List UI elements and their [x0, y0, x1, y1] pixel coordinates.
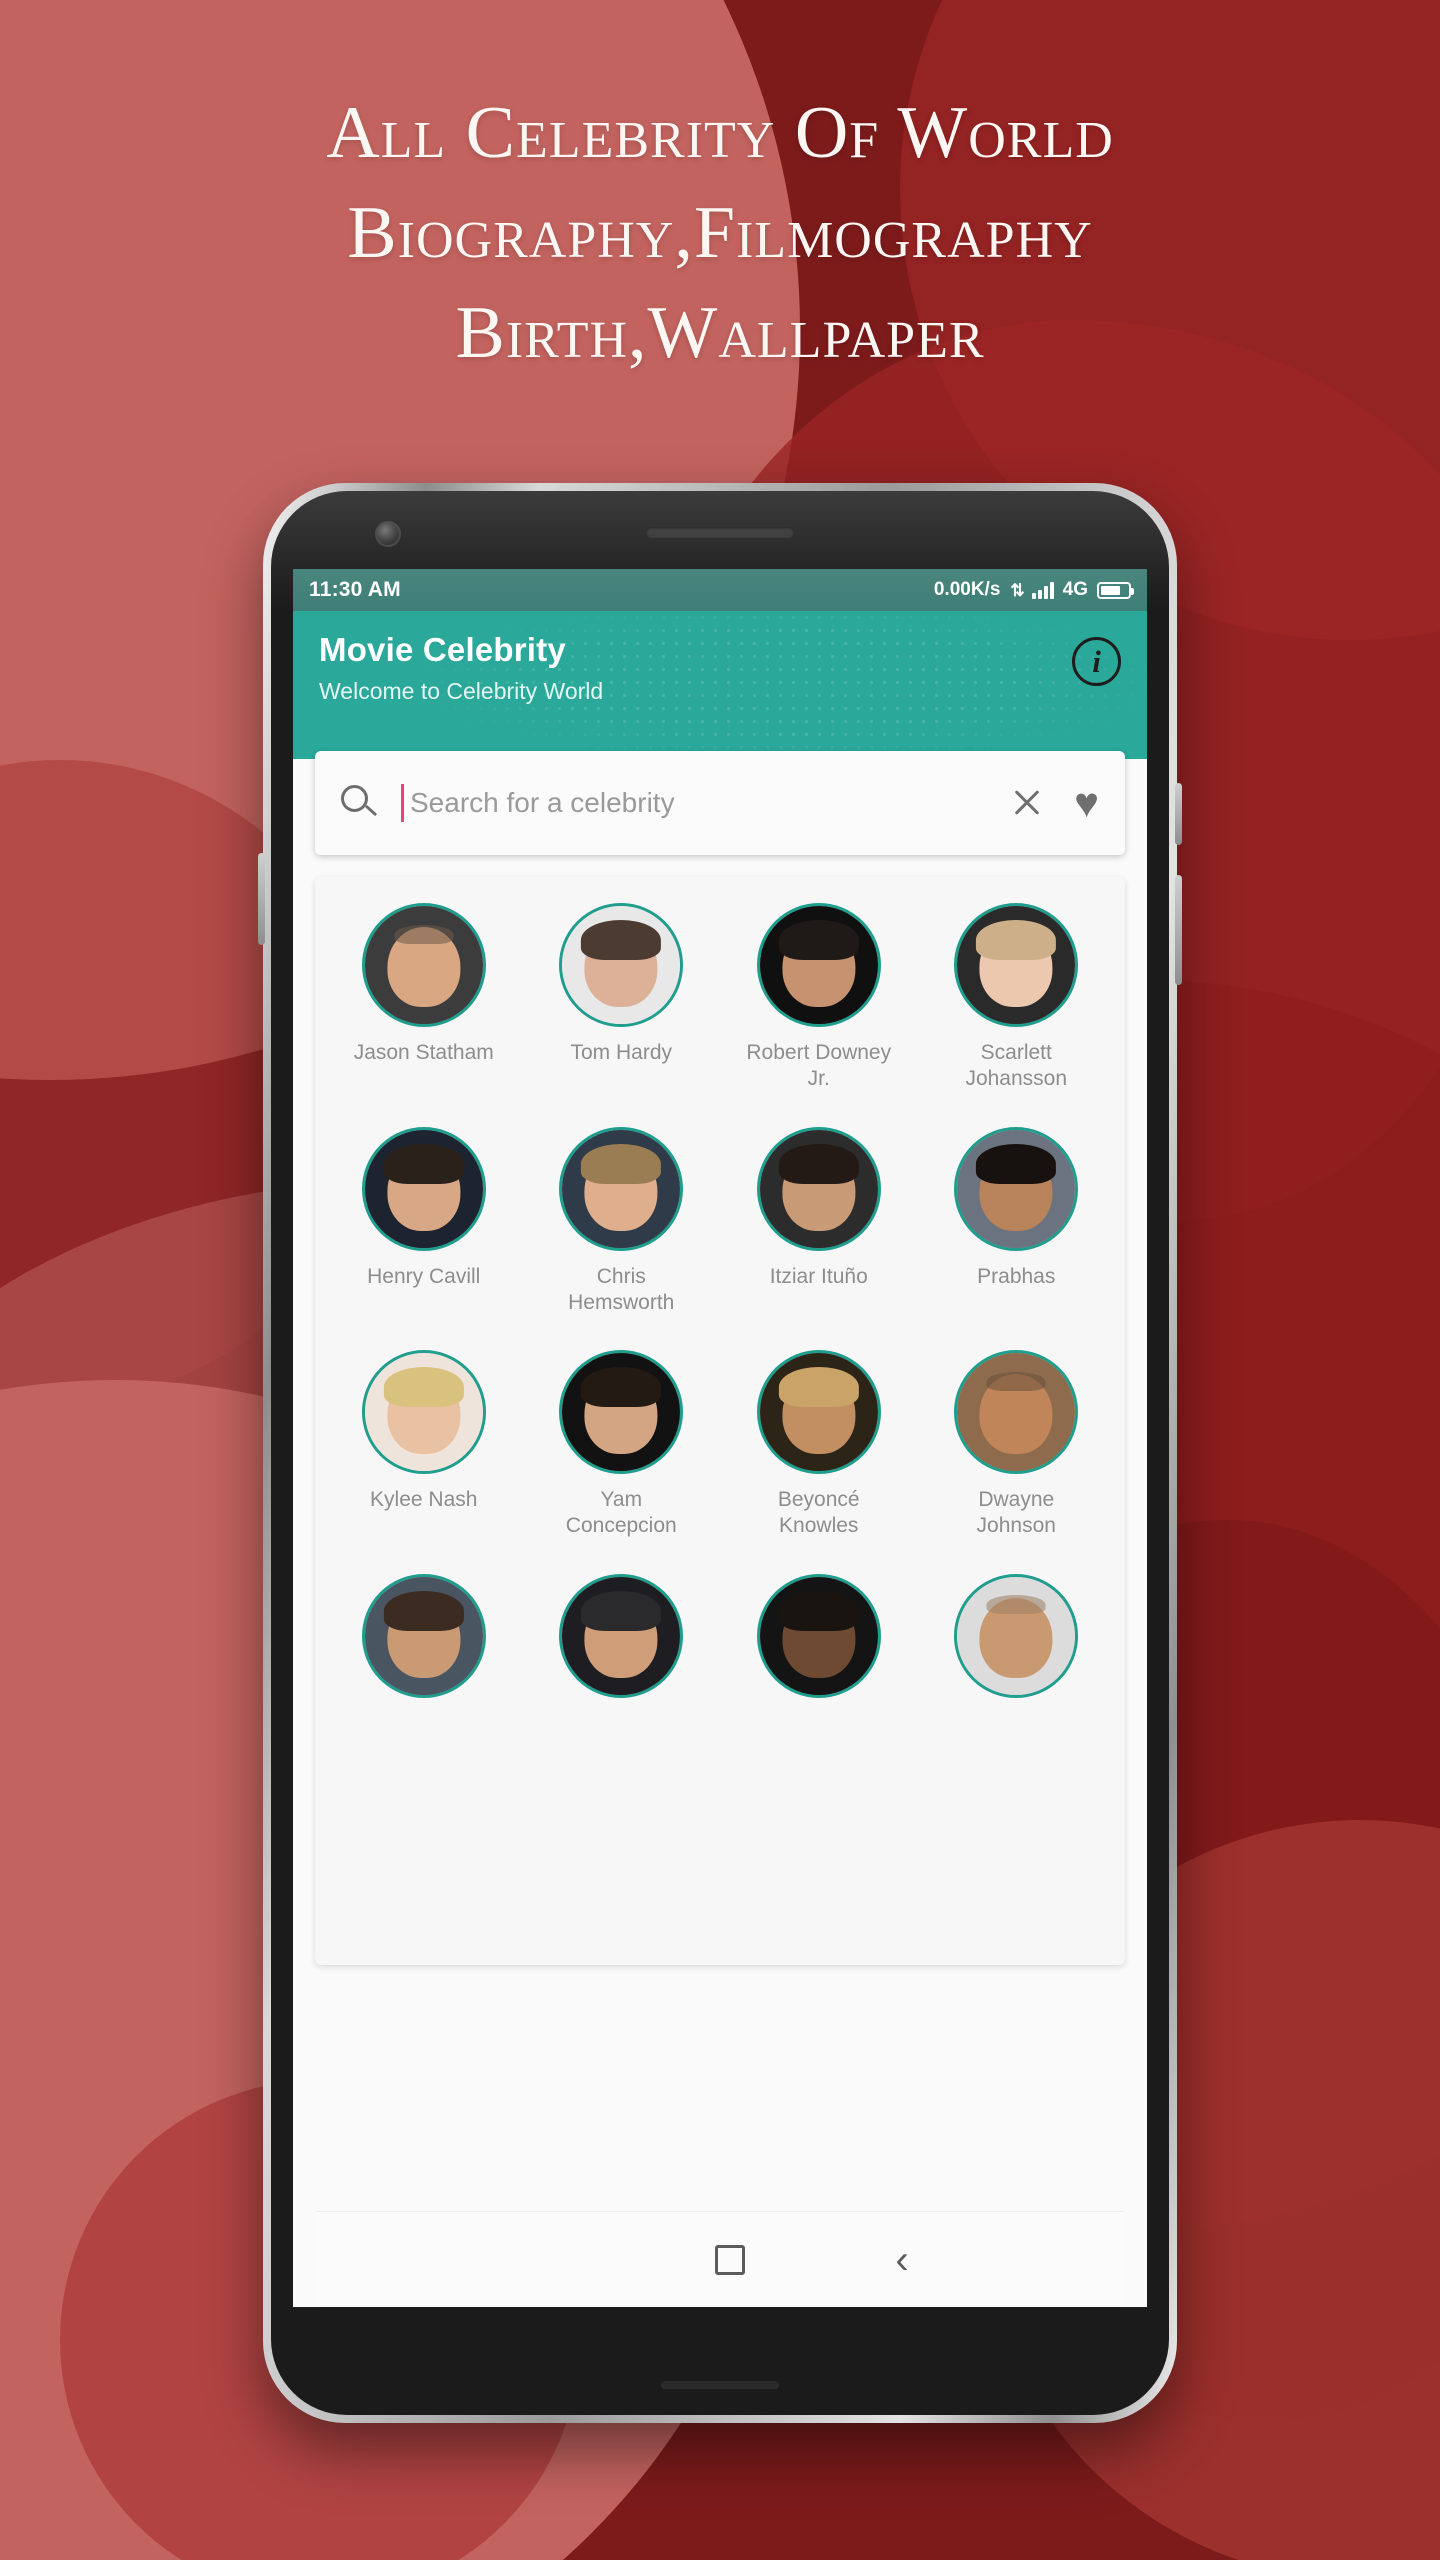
celebrity-name: Dwayne Johnson — [976, 1488, 1056, 1538]
avatar[interactable] — [954, 1126, 1079, 1251]
celebrity-name: Prabhas — [977, 1264, 1056, 1288]
celebrity-cell[interactable]: Yam Concepcion — [523, 1350, 721, 1540]
avatar[interactable] — [559, 903, 684, 1027]
avatar[interactable] — [954, 1350, 1079, 1474]
promo-title-line-3: Birth,Wallpaper — [455, 292, 985, 374]
avatar-photo — [562, 1576, 681, 1695]
phone-mockup: 11:30 AM 0.00K/s ⇅ 4G Movie Celebrity We… — [258, 483, 1182, 2423]
celebrity-cell[interactable]: Itziar Ituño — [720, 1126, 918, 1317]
avatar[interactable] — [361, 903, 486, 1027]
promo-title-line-2: Biography,Filmography — [347, 192, 1093, 274]
celebrity-grid: Jason Statham Tom Hardy Robert Downey Jr. S… — [325, 903, 1115, 1711]
avatar-photo — [957, 1129, 1076, 1248]
app-subtitle: Welcome to Celebrity World — [319, 678, 604, 704]
avatar[interactable] — [756, 903, 881, 1027]
celebrity-cell[interactable]: Henry Cavill — [325, 1126, 523, 1317]
signal-bars-icon — [1031, 581, 1054, 599]
celebrity-cell[interactable] — [523, 1573, 721, 1711]
avatar[interactable] — [756, 1573, 881, 1698]
celebrity-cell[interactable] — [918, 1573, 1116, 1711]
phone-power-button — [1175, 783, 1182, 845]
avatar[interactable] — [954, 1573, 1079, 1698]
battery-icon — [1097, 581, 1134, 599]
avatar-photo — [759, 1576, 878, 1695]
celebrity-name: Itziar Ituño — [769, 1264, 868, 1288]
celebrity-cell[interactable]: Scarlett Johansson — [918, 903, 1116, 1093]
celebrity-name: Chris Hemsworth — [568, 1264, 675, 1314]
search-input[interactable]: Search for a celebrity — [410, 787, 1010, 819]
phone-volume-button — [258, 853, 265, 945]
search-bar[interactable]: Search for a celebrity ♥ — [315, 751, 1125, 855]
avatar[interactable] — [756, 1126, 881, 1251]
info-icon[interactable]: i — [1072, 637, 1121, 686]
app-title: Movie Celebrity — [319, 631, 566, 668]
data-transfer-icon: ⇅ — [1010, 580, 1024, 600]
avatar-photo — [364, 906, 483, 1024]
celebrity-name: Tom Hardy — [570, 1041, 673, 1064]
phone-side-button — [1175, 875, 1182, 985]
avatar[interactable] — [361, 1350, 486, 1474]
celebrity-cell[interactable]: Kylee Nash — [325, 1350, 523, 1540]
celebrity-name: Yam Concepcion — [565, 1488, 677, 1538]
avatar-photo — [364, 1353, 483, 1471]
celebrity-cell[interactable] — [325, 1573, 523, 1711]
promo-title-line-1: All celebrity of world — [326, 92, 1114, 174]
phone-chin-detail — [661, 2381, 779, 2389]
celebrity-name: Kylee Nash — [370, 1488, 478, 1511]
status-bar: 11:30 AM 0.00K/s ⇅ 4G — [293, 569, 1147, 611]
avatar[interactable] — [361, 1126, 486, 1251]
close-icon[interactable] — [1010, 786, 1044, 820]
celebrity-cell[interactable]: Robert Downey Jr. — [720, 903, 918, 1093]
celebrity-name: Jason Statham — [353, 1041, 494, 1064]
android-navigation-bar: ‹ — [315, 2211, 1125, 2307]
celebrity-name: Beyoncé Knowles — [777, 1488, 860, 1538]
avatar-photo — [562, 1129, 681, 1248]
celebrity-cell[interactable]: Tom Hardy — [523, 903, 721, 1093]
celebrity-name: Scarlett Johansson — [965, 1041, 1068, 1091]
avatar-photo — [957, 1576, 1076, 1695]
avatar-photo — [759, 1129, 878, 1248]
status-time: 11:30 AM — [309, 578, 401, 601]
phone-front-camera — [375, 521, 401, 547]
heart-icon[interactable]: ♥ — [1074, 782, 1099, 824]
status-network-type: 4G — [1062, 579, 1088, 600]
avatar-photo — [759, 906, 878, 1024]
celebrity-cell[interactable]: Jason Statham — [325, 903, 523, 1093]
avatar-photo — [562, 906, 681, 1024]
back-chevron-icon[interactable]: ‹ — [895, 2240, 908, 2280]
app-header-texts: Movie Celebrity Welcome to Celebrity Wor… — [319, 631, 1072, 705]
avatar-photo — [759, 1353, 878, 1471]
avatar-photo — [957, 1353, 1076, 1471]
avatar[interactable] — [559, 1126, 684, 1251]
phone-earpiece — [646, 527, 794, 538]
avatar[interactable] — [361, 1573, 486, 1698]
celebrity-cell[interactable]: Dwayne Johnson — [918, 1350, 1116, 1540]
celebrity-name: Henry Cavill — [367, 1264, 481, 1288]
avatar[interactable] — [954, 903, 1079, 1027]
avatar-photo — [364, 1129, 483, 1248]
avatar-photo — [957, 906, 1076, 1024]
celebrity-cell[interactable]: Prabhas — [918, 1126, 1116, 1317]
text-caret — [401, 784, 404, 822]
avatar[interactable] — [756, 1350, 881, 1474]
celebrity-cell[interactable]: Beyoncé Knowles — [720, 1350, 918, 1540]
avatar[interactable] — [559, 1350, 684, 1474]
phone-screen: 11:30 AM 0.00K/s ⇅ 4G Movie Celebrity We… — [293, 569, 1147, 2307]
search-icon — [341, 785, 378, 821]
app-header: Movie Celebrity Welcome to Celebrity Wor… — [293, 611, 1147, 759]
celebrity-cell[interactable] — [720, 1573, 918, 1711]
celebrity-name: Robert Downey Jr. — [746, 1041, 892, 1091]
phone-body: 11:30 AM 0.00K/s ⇅ 4G Movie Celebrity We… — [271, 491, 1169, 2415]
celebrity-list-card: Jason Statham Tom Hardy Robert Downey Jr. S… — [315, 877, 1125, 1965]
avatar-photo — [562, 1353, 681, 1471]
menu-icon[interactable] — [531, 2252, 565, 2267]
avatar-photo — [364, 1576, 483, 1695]
status-data-rate: 0.00K/s — [933, 579, 1001, 600]
promo-title: All celebrity of world Biography,Filmogr… — [0, 96, 1440, 396]
celebrity-cell[interactable]: Chris Hemsworth — [523, 1126, 721, 1317]
avatar[interactable] — [559, 1573, 684, 1698]
home-square-icon[interactable] — [715, 2244, 746, 2275]
